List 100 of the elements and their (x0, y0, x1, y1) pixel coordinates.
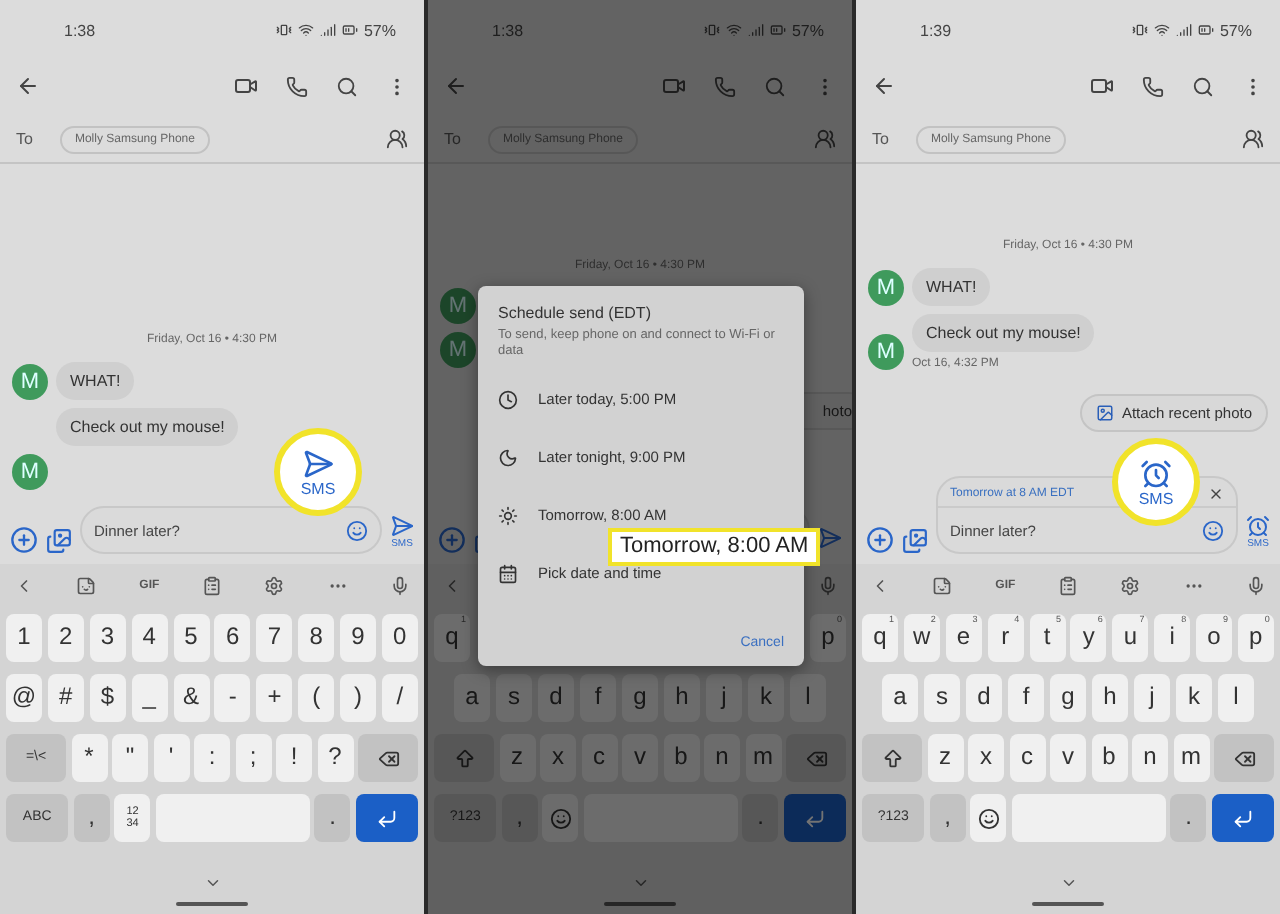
shift-key[interactable] (862, 734, 922, 782)
keyboard-key[interactable]: & (173, 674, 209, 722)
keyboard-key[interactable]: 1 (6, 614, 42, 662)
microphone-icon[interactable] (389, 576, 410, 596)
gallery-icon[interactable] (902, 528, 928, 554)
send-button-callout[interactable]: SMS (274, 428, 362, 516)
add-icon[interactable] (866, 526, 894, 554)
sticker-icon[interactable] (932, 576, 953, 596)
keyboard-key[interactable]: v (1050, 734, 1086, 782)
keyboard-key[interactable]: # (47, 674, 84, 722)
emoji-icon[interactable] (346, 519, 368, 541)
backspace-key[interactable] (358, 734, 418, 782)
video-call-icon[interactable] (1090, 74, 1114, 98)
settings-icon[interactable] (1120, 576, 1141, 596)
keyboard-key[interactable]: 3 (89, 614, 126, 662)
keyboard-key[interactable]: " (112, 734, 148, 782)
keyboard-key[interactable]: s (924, 674, 960, 722)
keyboard-key[interactable]: 7 (256, 614, 293, 662)
search-icon[interactable] (764, 75, 786, 97)
keyboard-key[interactable]: n (1132, 734, 1168, 782)
keyboard-key[interactable]: ! (276, 734, 312, 782)
keyboard-key[interactable]: f (1008, 674, 1044, 722)
video-call-icon[interactable] (662, 74, 686, 98)
microphone-icon[interactable] (1245, 576, 1266, 596)
emoji-key[interactable] (970, 794, 1007, 842)
collapse-keyboard-icon[interactable] (631, 874, 649, 892)
microphone-icon[interactable] (818, 576, 838, 596)
settings-icon[interactable] (264, 576, 285, 596)
enter-icon (1231, 807, 1254, 829)
keyboard-key[interactable]: _ (131, 674, 168, 722)
battery-level: 57% (363, 21, 396, 39)
sticker-icon[interactable] (76, 576, 97, 596)
keyboard-key[interactable]: - (214, 674, 251, 722)
video-call-icon[interactable] (234, 74, 258, 98)
battery-icon (769, 22, 786, 38)
keyboard-key[interactable]: $ (89, 674, 126, 722)
keyboard-key[interactable]: c (1009, 734, 1045, 782)
recipient-label: To (872, 130, 889, 148)
people-icon[interactable] (386, 128, 408, 150)
keyboard-key[interactable]: ; (235, 734, 271, 782)
keyboard-key[interactable]: j (1134, 674, 1170, 722)
back-arrow-icon[interactable] (16, 74, 40, 98)
keyboard-key[interactable]: 2 (47, 614, 84, 662)
keyboard-key[interactable]: 4 (131, 614, 168, 662)
phone-icon[interactable] (1142, 75, 1164, 97)
keyboard-key[interactable]: 9 (340, 614, 376, 662)
keyboard-key[interactable]: ? (317, 734, 353, 782)
emoji-icon (977, 807, 1000, 829)
keyboard-key[interactable]: 6 (214, 614, 251, 662)
keyboard-key[interactable]: , (929, 794, 966, 842)
keyboard-key[interactable]: b (1091, 734, 1127, 782)
vibrate-icon (703, 22, 720, 38)
keyboard-key[interactable]: a (882, 674, 918, 722)
clipboard-icon[interactable] (1057, 576, 1078, 596)
send-button[interactable] (818, 526, 842, 554)
back-arrow-icon[interactable] (872, 74, 896, 98)
search-icon[interactable] (1192, 75, 1214, 97)
keyboard-key[interactable]: @ (6, 674, 42, 722)
keyboard-key[interactable]: ' (153, 734, 189, 782)
keyboard-key[interactable]: . (314, 794, 351, 842)
keyboard-key[interactable]: d (966, 674, 1002, 722)
add-icon[interactable] (10, 526, 38, 554)
keyboard-key[interactable]: : (194, 734, 230, 782)
phone-icon[interactable] (286, 75, 308, 97)
keyboard-key[interactable]: z (927, 734, 963, 782)
emoji-icon[interactable] (1202, 519, 1224, 541)
phone-icon[interactable] (714, 75, 736, 97)
collapse-keyboard-icon[interactable] (1059, 874, 1077, 892)
keyboard-key[interactable]: * (71, 734, 107, 782)
keyboard-key[interactable]: g (1050, 674, 1086, 722)
send-icon (390, 514, 414, 538)
keyboard-key[interactable]: k (1176, 674, 1212, 722)
keyboard-key[interactable]: x (968, 734, 1004, 782)
keyboard-key[interactable]: 5 (173, 614, 209, 662)
signal-icon (747, 22, 764, 38)
clipboard-icon[interactable] (201, 576, 222, 596)
people-icon[interactable] (814, 128, 836, 150)
enter-key[interactable] (355, 794, 418, 842)
keyboard-key[interactable]: . (1170, 794, 1207, 842)
keyboard-key[interactable]: 0 (381, 614, 418, 662)
keyboard-key[interactable]: / (381, 674, 418, 722)
send-icon (302, 447, 334, 479)
keyboard-key[interactable]: ( (298, 674, 335, 722)
keyboard-key[interactable]: ) (340, 674, 376, 722)
gallery-icon[interactable] (46, 528, 72, 554)
close-icon[interactable] (1208, 486, 1224, 502)
keyboard-key[interactable]: + (256, 674, 293, 722)
enter-key[interactable] (1211, 794, 1274, 842)
avatar: M (440, 332, 476, 368)
keyboard-key[interactable]: , (73, 794, 110, 842)
keyboard-key[interactable]: l (1218, 674, 1254, 722)
search-icon[interactable] (336, 75, 358, 97)
people-icon[interactable] (1242, 128, 1264, 150)
back-arrow-icon[interactable] (444, 74, 468, 98)
keyboard-key[interactable]: h (1092, 674, 1128, 722)
keyboard-key[interactable]: m (1173, 734, 1209, 782)
backspace-key[interactable] (1214, 734, 1274, 782)
collapse-keyboard-icon[interactable] (203, 874, 221, 892)
keyboard-key[interactable]: 8 (298, 614, 335, 662)
send-button-callout[interactable]: SMS (1112, 438, 1200, 526)
